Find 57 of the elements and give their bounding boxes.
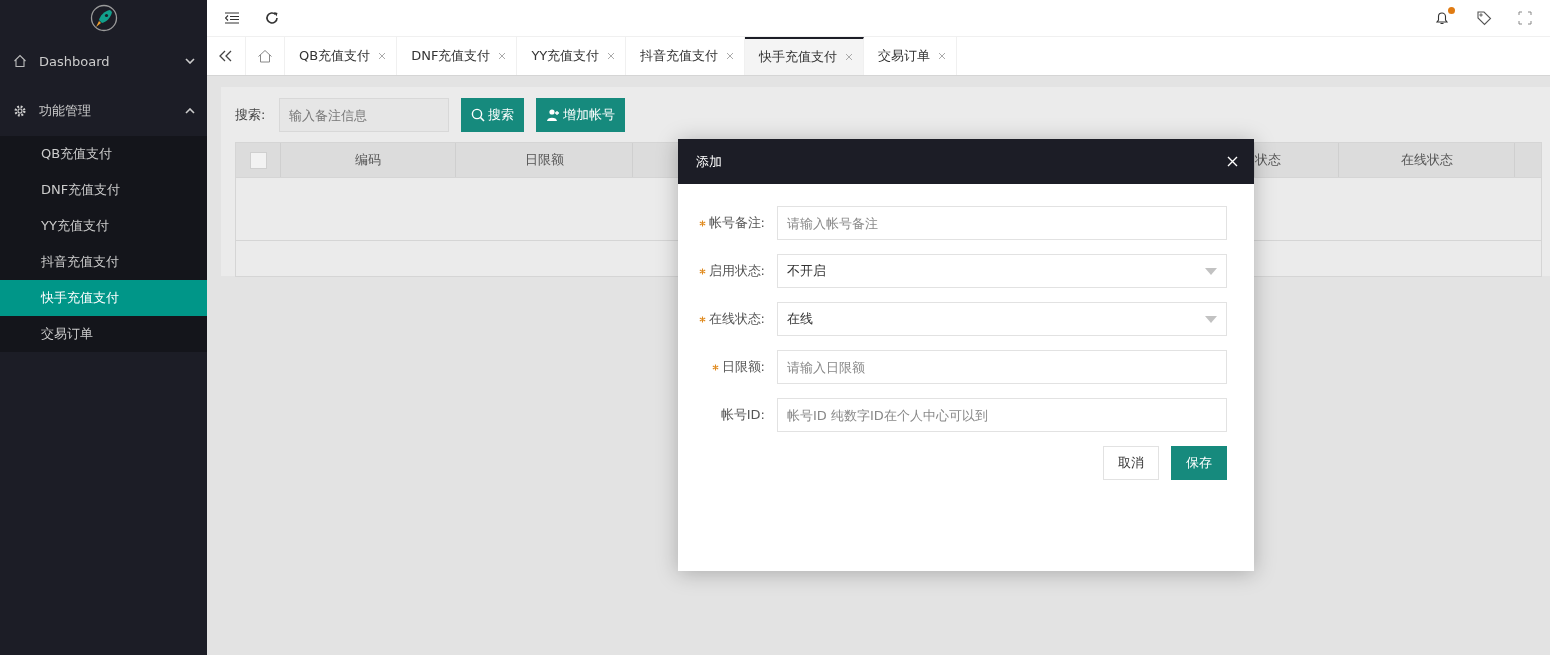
home-icon: [13, 54, 27, 68]
gear-icon: [13, 104, 27, 118]
column-header: 状态: [1255, 143, 1339, 177]
submenu-item[interactable]: DNF充值支付: [0, 172, 207, 208]
search-label: 搜索:: [235, 106, 266, 124]
tab-label: QB充值支付: [299, 47, 371, 65]
submenu-item[interactable]: 快手充值支付: [0, 280, 207, 316]
chevron-up-icon: [185, 108, 195, 114]
rocket-logo-icon: [89, 4, 118, 32]
tab[interactable]: 交易订单: [864, 37, 958, 75]
tab[interactable]: 快手充值支付: [745, 37, 865, 75]
field-label: 帐号备注:: [708, 214, 765, 232]
tab[interactable]: DNF充值支付: [397, 37, 518, 75]
submenu-item[interactable]: YY充值支付: [0, 208, 207, 244]
tab[interactable]: YY充值支付: [517, 37, 627, 75]
input-field[interactable]: 帐号ID 纯数字ID在个人中心可以到: [777, 398, 1227, 432]
column-header: 在线状态: [1339, 143, 1515, 177]
search-icon: [471, 108, 486, 122]
home-icon: [257, 49, 273, 63]
field-label: 启用状态:: [708, 262, 765, 280]
input-field[interactable]: 请输入日限额: [777, 350, 1227, 384]
save-button[interactable]: 保存: [1171, 446, 1227, 480]
field-label: 帐号ID:: [720, 406, 765, 424]
submenu-item[interactable]: 交易订单: [0, 316, 207, 352]
caret-icon: [1205, 315, 1217, 323]
menu-item[interactable]: Dashboard: [0, 36, 207, 86]
column-header: 日限额: [456, 143, 633, 177]
caret-icon: [1205, 267, 1217, 275]
submenu-item[interactable]: 抖音充值支付: [0, 244, 207, 280]
dialog-title: 添加: [696, 152, 722, 171]
fullscreen-icon[interactable]: [1518, 11, 1532, 25]
double-chevron-left-icon: [219, 50, 233, 62]
submenu-item[interactable]: QB充值支付: [0, 136, 207, 172]
tab-label: 交易订单: [878, 47, 931, 65]
tab-label: YY充值支付: [531, 47, 600, 65]
search-button[interactable]: 搜索: [461, 98, 525, 132]
tag-icon[interactable]: [1476, 10, 1492, 26]
cancel-button[interactable]: 取消: [1103, 446, 1159, 480]
select-field[interactable]: 不开启: [777, 254, 1227, 288]
tab-label: 快手充值支付: [759, 48, 838, 66]
search-field[interactable]: 输入备注信息: [279, 98, 450, 132]
tab[interactable]: QB充值支付: [285, 37, 398, 75]
select-field[interactable]: 在线: [777, 302, 1227, 336]
checkbox[interactable]: [249, 151, 267, 169]
tab-label: DNF充值支付: [411, 47, 491, 65]
input-field[interactable]: 请输入帐号备注: [777, 206, 1227, 240]
field-label: 在线状态:: [708, 310, 765, 328]
chevron-down-icon: [185, 58, 195, 64]
menu-item[interactable]: 功能管理: [0, 86, 207, 136]
tab-label: 抖音充值支付: [640, 47, 719, 65]
add-account-button[interactable]: 增加帐号: [536, 98, 626, 132]
refresh-icon[interactable]: [265, 11, 279, 25]
bell-icon[interactable]: [1434, 10, 1450, 26]
column-header: 编码: [281, 143, 456, 177]
user-add-icon: [546, 108, 561, 122]
field-label: 日限额:: [721, 358, 765, 376]
menu-fold-icon[interactable]: [225, 12, 239, 24]
